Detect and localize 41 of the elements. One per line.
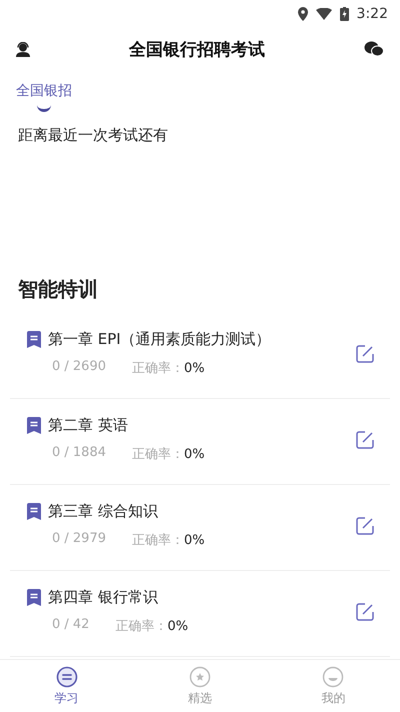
wifi-icon xyxy=(316,8,332,20)
accuracy-value: 0% xyxy=(184,361,205,376)
accuracy-label: 正确率： xyxy=(132,361,184,376)
bookmark-icon xyxy=(26,331,42,348)
support-agent-icon[interactable] xyxy=(16,42,30,56)
edit-icon[interactable] xyxy=(356,344,374,362)
progress-count: 0 / 42 xyxy=(52,617,90,634)
chapter-title: 第二章 英语 xyxy=(48,416,128,435)
accuracy-value: 0% xyxy=(184,447,205,462)
progress-count: 0 / 2979 xyxy=(52,531,106,548)
battery-icon xyxy=(340,7,349,21)
bookmark-icon xyxy=(26,589,42,606)
chapter-item[interactable]: 第二章 英语 0 / 1884 正确率：0% xyxy=(10,399,390,485)
chapter-item[interactable]: 第四章 银行常识 0 / 42 正确率：0% xyxy=(10,571,390,657)
progress-count: 0 / 2690 xyxy=(52,359,106,376)
nav-tab[interactable]: 学习 xyxy=(26,664,107,708)
chapter-title: 第一章 EPI（通用素质能力测试） xyxy=(48,330,271,349)
accuracy-label: 正确率： xyxy=(132,533,184,548)
profile-icon xyxy=(322,666,344,688)
chapter-title: 第三章 综合知识 xyxy=(48,502,158,521)
section-title: 智能特训 xyxy=(16,276,99,303)
list-icon xyxy=(56,666,78,688)
location-icon xyxy=(298,7,308,21)
chapter-title: 第四章 银行常识 xyxy=(48,588,158,607)
accuracy-label: 正确率： xyxy=(115,619,168,634)
app-title: 全国银行招聘考试 xyxy=(129,38,265,60)
accuracy-value: 0% xyxy=(184,533,205,548)
bookmark-icon xyxy=(26,503,42,520)
chapter-item[interactable]: 第三章 综合知识 0 / 2979 正确率：0% xyxy=(10,485,390,571)
accuracy-value: 0% xyxy=(167,619,188,634)
countdown-text: 距离最近一次考试还有 xyxy=(17,125,169,146)
accuracy-label: 正确率： xyxy=(132,447,184,462)
edit-icon[interactable] xyxy=(356,602,374,620)
chat-icon[interactable] xyxy=(364,41,384,57)
chapter-item[interactable]: 第一章 EPI（通用素质能力测试） 0 / 2690 正确率：0% xyxy=(10,313,390,399)
category-tab[interactable]: 全国银招 xyxy=(16,82,72,116)
status-time: 3:22 xyxy=(356,6,388,22)
edit-icon[interactable] xyxy=(356,430,374,448)
bookmark-icon xyxy=(26,417,42,434)
edit-icon[interactable] xyxy=(356,516,374,534)
progress-count: 0 / 1884 xyxy=(52,445,106,462)
